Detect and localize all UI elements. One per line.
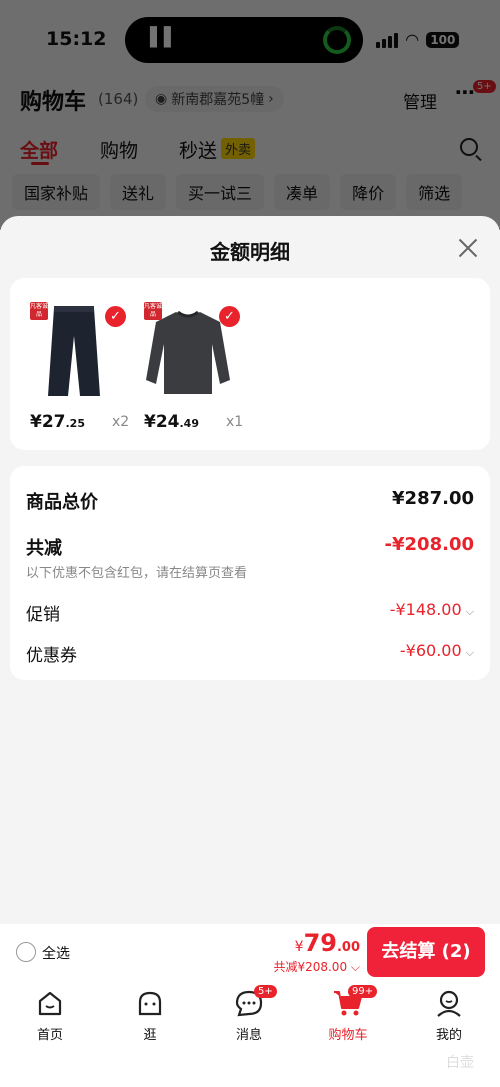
earbuds-icon: ▐▐	[143, 27, 171, 48]
chip-try[interactable]: 买一试三	[176, 174, 265, 210]
brand-tag: 凡客诚品	[144, 302, 163, 320]
total-value: ¥287.00	[392, 488, 474, 509]
chip-subsidy[interactable]: 国家补贴	[12, 174, 101, 210]
item-quantity: x2	[112, 414, 130, 430]
chip-filter[interactable]: 筛选	[406, 174, 463, 210]
cart-badge: 99+	[348, 985, 378, 998]
select-all-label[interactable]: 全选	[42, 943, 70, 963]
tabbar-label: 我的	[435, 1028, 462, 1043]
search-icon[interactable]	[460, 138, 478, 156]
watermark: 白壶	[446, 1055, 474, 1071]
more-icon[interactable]: ⋯	[455, 80, 475, 104]
promo-label: 促销	[26, 605, 60, 625]
item-price: ¥27.25	[30, 412, 85, 432]
discount-summary[interactable]: 共减¥208.00 ⌵	[273, 958, 360, 975]
home-icon	[38, 991, 62, 1016]
profile-icon	[437, 990, 461, 1017]
items-card: 凡客诚品 ✓ ¥27.25 x2 凡客诚品 ✓ ¥24.49 x1	[10, 278, 490, 450]
total-label: 商品总价	[26, 492, 98, 513]
summary-card: 商品总价 ¥287.00 共减 -¥208.00 以下优惠不包含红包，请在结算页…	[10, 466, 490, 680]
page-title: 购物车	[20, 90, 87, 115]
product-item[interactable]: 凡客诚品 ✓ ¥24.49 x1	[138, 298, 248, 438]
tabbar-profile[interactable]: 我的	[419, 988, 479, 1043]
address-text: 新南郡嘉苑5幢	[171, 92, 265, 108]
progress-ring-icon	[323, 26, 351, 54]
cart-header: 购物车 (164) ◉ 新南郡嘉苑5幢 › 管理 ⋯ 5+	[0, 80, 500, 120]
address-selector[interactable]: ◉ 新南郡嘉苑5幢 ›	[145, 86, 284, 112]
reduce-label: 共减	[26, 538, 62, 559]
tabbar-label: 首页	[36, 1028, 63, 1043]
promo-row[interactable]: -¥148.00 ⌵	[390, 600, 474, 619]
checkmark-icon[interactable]: ✓	[105, 306, 126, 327]
total-price: ¥79.00	[294, 929, 360, 957]
price-detail-sheet: 金额明细 凡客诚品 ✓ ¥27.25 x2 凡客诚品 ✓ ¥24.49 x1 商…	[0, 216, 500, 924]
more-badge: 5+	[473, 80, 496, 93]
promo-value: -¥148.00	[389, 600, 462, 619]
signal-icon	[376, 32, 398, 48]
product-item[interactable]: 凡客诚品 ✓ ¥27.25 x2	[24, 298, 134, 438]
chevron-right-icon: ›	[268, 91, 274, 107]
chip-price-drop[interactable]: 降价	[340, 174, 397, 210]
sheet-title: 金额明细	[210, 240, 290, 264]
status-time: 15:12	[46, 28, 107, 50]
tabbar-messages[interactable]: 5+ 消息	[219, 985, 279, 1043]
tabbar-label: 购物车	[328, 1028, 368, 1043]
bottom-tabbar: 首页 逛 5+ 消息 99+ 购物车 我的	[0, 982, 500, 1087]
tab-instant[interactable]: 秒送 外卖	[179, 136, 256, 163]
battery-icon: 100	[426, 31, 460, 48]
discount-note: 以下优惠不包含红包，请在结算页查看	[26, 566, 248, 581]
item-price: ¥24.49	[144, 412, 199, 432]
eye-icon: ◉	[155, 91, 168, 107]
checkout-bar: 全选 ¥79.00 共减¥208.00 ⌵ 去结算 (2)	[0, 924, 500, 982]
brand-tag: 凡客诚品	[30, 302, 49, 320]
tabbar-label: 消息	[235, 1028, 262, 1043]
cart-tabs: 全部 购物 秒送 外卖	[0, 132, 500, 168]
tabbar-home[interactable]: 首页	[20, 988, 80, 1043]
chevron-down-icon: ⌵	[465, 605, 474, 618]
cart-count: (164)	[98, 90, 139, 108]
item-quantity: x1	[226, 414, 244, 430]
tabbar-label: 逛	[143, 1028, 157, 1043]
coupon-label: 优惠券	[26, 646, 77, 666]
chip-bundle[interactable]: 凑单	[274, 174, 331, 210]
chevron-down-icon: ⌵	[465, 646, 474, 659]
select-all-radio[interactable]	[16, 942, 36, 962]
checkout-button[interactable]: 去结算 (2)	[367, 927, 485, 977]
messages-badge: 5+	[254, 985, 277, 998]
coupon-value: -¥60.00	[399, 641, 462, 660]
tab-underline	[31, 162, 49, 165]
tabbar-cart[interactable]: 99+ 购物车	[318, 985, 378, 1043]
filter-chips: 国家补贴 送礼 买一试三 凑单 降价 筛选	[12, 174, 463, 210]
coupon-row[interactable]: -¥60.00 ⌵	[400, 641, 474, 660]
close-icon[interactable]	[456, 236, 480, 260]
tab-instant-label: 秒送	[179, 140, 218, 162]
tab-shopping[interactable]: 购物	[100, 136, 138, 163]
chevron-down-icon: ⌵	[347, 960, 360, 974]
tabbar-explore[interactable]: 逛	[120, 988, 180, 1043]
explore-face-icon	[138, 991, 162, 1016]
status-bar: 15:12 ▐▐ ◠ 100	[0, 0, 500, 80]
dynamic-island: ▐▐	[125, 17, 363, 63]
manage-button[interactable]: 管理	[403, 88, 437, 113]
chip-gift[interactable]: 送礼	[110, 174, 167, 210]
tab-all[interactable]: 全部	[20, 136, 58, 163]
wifi-icon: ◠	[406, 30, 419, 49]
checkmark-icon[interactable]: ✓	[219, 306, 240, 327]
takeout-tag: 外卖	[221, 138, 256, 159]
status-icons: ◠ 100	[376, 30, 460, 49]
reduce-value: -¥208.00	[384, 534, 474, 555]
